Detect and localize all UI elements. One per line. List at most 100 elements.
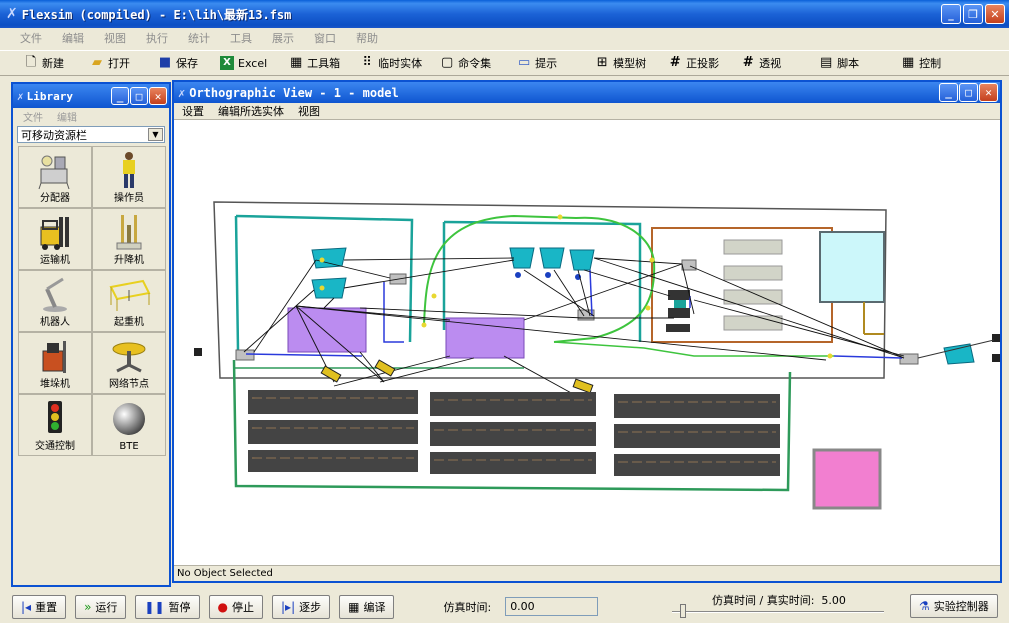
ortho-close-button[interactable]: ✕ [979, 83, 998, 102]
library-item-crane[interactable]: 起重机 [92, 270, 166, 332]
machine-2[interactable] [668, 290, 690, 300]
stop-icon: ● [217, 599, 229, 614]
step-icon: |▸| [281, 599, 296, 614]
chevron-down-icon[interactable]: ▼ [148, 128, 163, 141]
ortho-menu-edit-selected[interactable]: 编辑所选实体 [218, 103, 284, 119]
library-item-transporter[interactable]: 运输机 [18, 208, 92, 270]
menu-help[interactable]: 帮助 [346, 30, 388, 46]
minimize-button[interactable]: _ [941, 4, 961, 24]
sink-pink[interactable] [812, 448, 882, 510]
perspective-view-button[interactable]: # 透视 [735, 52, 787, 74]
model-canvas[interactable] [174, 120, 1000, 566]
speed-ratio-label: 仿真时间 / 真实时间: 5.00 [712, 594, 846, 607]
run-button[interactable]: » 运行 [75, 594, 127, 619]
speed-ratio-control: 仿真时间 / 真实时间: 5.00 [670, 592, 885, 622]
experimenter-button[interactable]: ⚗ 实验控制器 [910, 594, 998, 618]
menu-tools[interactable]: 工具 [220, 30, 262, 46]
source-left[interactable] [194, 348, 202, 356]
library-item-elevator[interactable]: 升降机 [92, 208, 166, 270]
queue-right[interactable] [943, 343, 975, 365]
unit-cyan-2[interactable] [539, 247, 565, 269]
unit-cyan-3[interactable] [569, 249, 595, 271]
storage-stacks[interactable] [723, 239, 783, 331]
ortho-maximize-button[interactable]: □ [959, 83, 978, 102]
script-button[interactable]: ▤ 脚本 [813, 52, 865, 74]
ortho-view-button[interactable]: # 正投影 [662, 52, 725, 74]
excel-icon: X [220, 56, 234, 70]
library-close-button[interactable]: ✕ [149, 87, 167, 105]
ortho-title-bar[interactable]: ✗ Orthographic View - 1 - model _ □ ✕ [174, 82, 1000, 103]
toolbox-icon: ▦ [289, 55, 303, 70]
tree-icon: ⊞ [596, 55, 608, 70]
tips-button[interactable]: ▭ 提示 [511, 52, 563, 74]
library-group-select[interactable]: 可移动资源栏 ▼ [17, 126, 165, 143]
menu-view[interactable]: 视图 [94, 30, 136, 46]
compile-icon: ▦ [348, 599, 360, 614]
machine-1[interactable] [668, 308, 690, 318]
speed-slider-thumb[interactable] [680, 604, 686, 618]
new-button[interactable]: 🗋 新建 [18, 52, 70, 74]
command-button[interactable]: ▢ 命令集 [434, 52, 497, 74]
control-button[interactable]: ▦ 控制 [895, 52, 947, 74]
library-menu-file[interactable]: 文件 [23, 109, 43, 124]
model-tree-button[interactable]: ⊞ 模型树 [589, 52, 652, 74]
ortho-grid-icon: # [669, 55, 681, 70]
library-panel: ✗ Library _ □ ✕ 文件 编辑 可移动资源栏 ▼ 分配器 操作员 运… [11, 82, 171, 587]
excel-button[interactable]: X Excel [214, 52, 273, 74]
library-title: Library [26, 89, 73, 103]
library-maximize-button[interactable]: □ [130, 87, 148, 105]
main-toolbar: 🗋 新建 ▰ 打开 ■ 保存 X Excel ▦ 工具箱 ⠿ 临时实体 ▢ 命令集 ▭ 提示 ⊞… [0, 50, 1009, 76]
open-button[interactable]: ▰ 打开 [84, 52, 136, 74]
menu-file[interactable]: 文件 [10, 30, 52, 46]
bte-sphere-icon [113, 403, 145, 435]
restore-button[interactable]: ❐ [963, 4, 983, 24]
menu-stats[interactable]: 统计 [178, 30, 220, 46]
menu-bar: 文件 编辑 视图 执行 统计 工具 展示 窗口 帮助 [0, 28, 1009, 48]
ortho-minimize-button[interactable]: _ [939, 83, 958, 102]
compile-button[interactable]: ▦ 编译 [339, 594, 395, 619]
status-bar: No Object Selected [174, 565, 1000, 581]
processor-left[interactable] [287, 307, 367, 353]
control-icon: ▦ [901, 55, 915, 70]
library-item-dispatcher[interactable]: 分配器 [18, 146, 92, 208]
queue-cyan-2[interactable] [311, 277, 347, 299]
close-button[interactable]: ✕ [985, 4, 1005, 24]
library-menu-edit[interactable]: 编辑 [57, 109, 77, 124]
menu-window[interactable]: 窗口 [304, 30, 346, 46]
processor-right[interactable] [445, 317, 525, 359]
menu-show[interactable]: 展示 [262, 30, 304, 46]
library-menu: 文件 编辑 [13, 108, 169, 124]
menu-edit[interactable]: 编辑 [52, 30, 94, 46]
library-item-bte[interactable]: BTE [92, 394, 166, 456]
machine-3[interactable] [666, 324, 690, 332]
menu-execute[interactable]: 执行 [136, 30, 178, 46]
title-bar[interactable]: ✗ Flexsim (compiled) - E:\lih\最新13.fsm _… [0, 0, 1009, 28]
save-disk-icon: ■ [158, 55, 172, 70]
toolbox-button[interactable]: ▦ 工具箱 [283, 52, 346, 74]
speed-slider-track[interactable] [672, 611, 884, 613]
queue-cyan-1[interactable] [311, 247, 347, 269]
storage-racks[interactable] [248, 390, 780, 476]
library-item-operator[interactable]: 操作员 [92, 146, 166, 208]
ortho-menu-view[interactable]: 视图 [298, 103, 320, 119]
library-item-network-node[interactable]: 网络节点 [92, 332, 166, 394]
library-item-asrs[interactable]: 堆垛机 [18, 332, 92, 394]
save-button[interactable]: ■ 保存 [152, 52, 204, 74]
library-minimize-button[interactable]: _ [111, 87, 129, 105]
orthographic-view-window: ✗ Orthographic View - 1 - model _ □ ✕ 设置… [172, 80, 1002, 583]
pause-button[interactable]: ❚❚ 暂停 [135, 594, 200, 619]
ortho-menu-settings[interactable]: 设置 [182, 103, 204, 119]
reset-button[interactable]: |◂ 重置 [12, 594, 67, 619]
queue-large[interactable] [819, 231, 885, 303]
perspective-icon: # [742, 55, 754, 70]
flowitem-button[interactable]: ⠿ 临时实体 [354, 52, 428, 74]
library-title-bar[interactable]: ✗ Library _ □ ✕ [13, 84, 169, 108]
conveyor-block-3[interactable] [681, 259, 697, 271]
library-item-robot[interactable]: 机器人 [18, 270, 92, 332]
sim-time-field[interactable]: 0.00 [505, 597, 599, 616]
library-item-traffic-control[interactable]: 交通控制 [18, 394, 92, 456]
step-button[interactable]: |▸| 逐步 [272, 594, 331, 619]
flexsim-logo-icon: ✗ [178, 85, 186, 100]
transporter-agents[interactable] [320, 359, 594, 394]
stop-button[interactable]: ● 停止 [208, 594, 264, 619]
